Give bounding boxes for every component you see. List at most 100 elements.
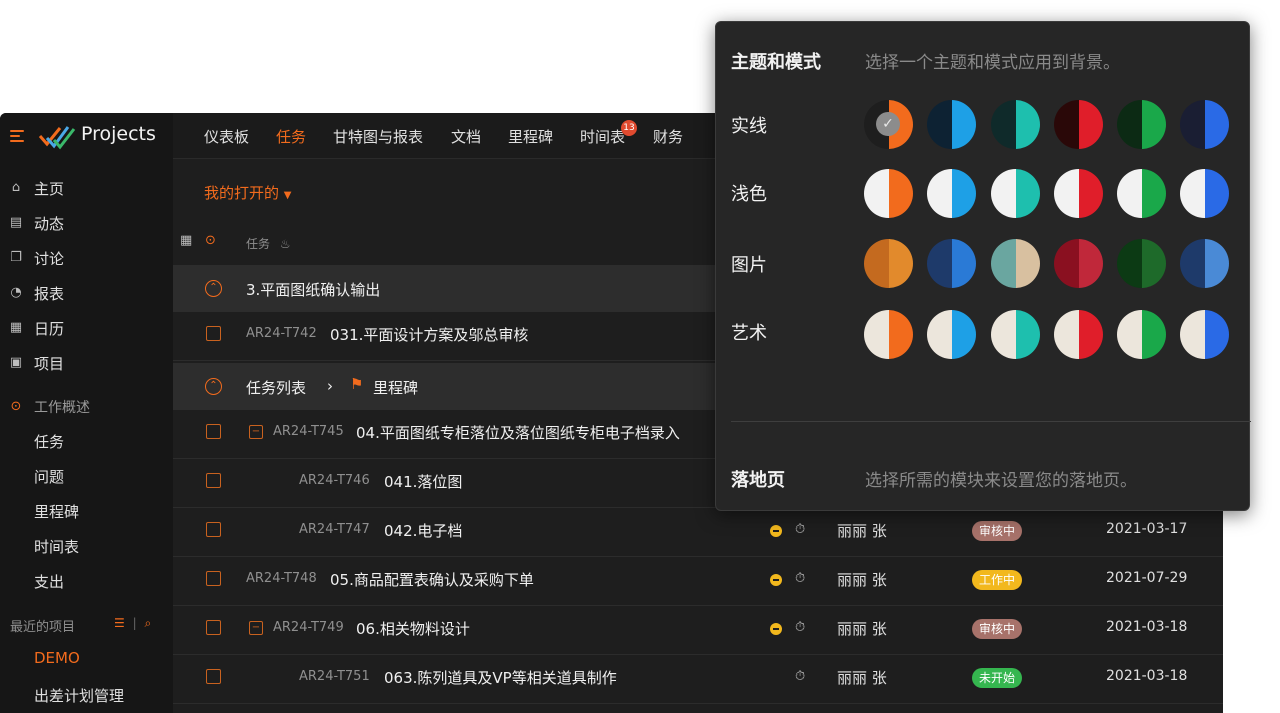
collapse-all-icon[interactable]: ⊙ (205, 233, 216, 248)
task-owner[interactable]: 丽丽 张 (837, 569, 887, 590)
theme-swatch-light-1[interactable] (864, 169, 913, 218)
recent-project-label: DEMO (34, 649, 80, 667)
sidebar-item-tasks[interactable]: 任务 (0, 426, 173, 456)
task-title[interactable]: 031.平面设计方案及邬总审核 (330, 324, 528, 345)
group-collapse-icon[interactable]: ⌃ (205, 378, 222, 395)
filter-icon[interactable]: ☰ (114, 616, 125, 630)
sidebar-item-label: 讨论 (34, 249, 65, 268)
row-checkbox[interactable] (206, 326, 221, 341)
timer-icon[interactable]: ⏱ (795, 620, 805, 635)
task-owner[interactable]: 丽丽 张 (837, 520, 887, 541)
theme-swatch-art-5[interactable] (1117, 310, 1166, 359)
row-checkbox[interactable] (206, 571, 221, 586)
sidebar-item-label: 项目 (34, 354, 65, 373)
table-row[interactable]: − AR24-T749 06.相关物料设计 ⏱ 丽丽 张 审核中 2021-03… (173, 606, 1223, 655)
theme-swatch-solid-2[interactable] (927, 100, 976, 149)
task-owner[interactable]: 丽丽 张 (837, 618, 887, 639)
sidebar-item-calendar[interactable]: ▦ 日历 (0, 313, 173, 343)
theme-swatch-image-6[interactable] (1180, 239, 1229, 288)
row-checkbox[interactable] (206, 424, 221, 439)
theme-swatch-image-1[interactable] (864, 239, 913, 288)
theme-swatch-image-2[interactable] (927, 239, 976, 288)
task-title[interactable]: 063.陈列道具及VP等相关道具制作 (384, 667, 617, 688)
theme-swatch-image-5[interactable] (1117, 239, 1166, 288)
landing-page-description: 选择所需的模块来设置您的落地页。 (865, 471, 1137, 491)
theme-swatch-art-2[interactable] (927, 310, 976, 359)
task-title[interactable]: 042.电子档 (384, 520, 462, 541)
timer-icon[interactable]: ⏱ (795, 522, 805, 537)
tab-tasks[interactable]: 任务 (276, 126, 306, 147)
table-row[interactable]: AR24-T748 05.商品配置表确认及采购下单 ⏱ 丽丽 张 工作中 202… (173, 557, 1223, 606)
theme-swatch-image-3[interactable] (991, 239, 1040, 288)
group-collapse-icon[interactable]: ⌃ (205, 280, 222, 297)
theme-swatch-solid-3[interactable] (991, 100, 1040, 149)
row-checkbox[interactable] (206, 473, 221, 488)
bell-icon[interactable]: ♨ (280, 237, 291, 251)
sidebar-item-reports[interactable]: ◔ 报表 (0, 278, 173, 308)
tab-gantt[interactable]: 甘特图与报表 (333, 126, 423, 147)
timer-icon[interactable]: ⏱ (795, 571, 805, 586)
status-badge[interactable]: 未开始 (972, 668, 1023, 688)
subtask-expand-icon[interactable]: − (249, 425, 263, 439)
recent-project-demo[interactable]: DEMO (0, 643, 173, 673)
caret-down-icon: ▼ (283, 190, 292, 201)
sidebar-item-projects[interactable]: ▣ 项目 (0, 348, 173, 378)
brand-name: Projects (81, 123, 156, 145)
task-id: AR24-T746 (299, 473, 370, 488)
landing-page-title: 落地页 (731, 470, 785, 491)
recent-project-travel[interactable]: 出差计划管理 (0, 680, 173, 710)
tab-timesheet[interactable]: 时间表 (580, 126, 625, 147)
theme-swatch-light-2[interactable] (927, 169, 976, 218)
table-settings-icon[interactable]: ▦ (180, 233, 192, 248)
sidebar-item-expenses[interactable]: 支出 (0, 566, 173, 596)
theme-swatch-art-6[interactable] (1180, 310, 1229, 359)
theme-swatch-art-3[interactable] (991, 310, 1040, 359)
row-checkbox[interactable] (206, 669, 221, 684)
priority-medium-icon (770, 525, 782, 537)
task-id: AR24-T749 (273, 620, 344, 635)
sidebar-item-timesheet[interactable]: 时间表 (0, 531, 173, 561)
timer-icon[interactable]: ⏱ (795, 669, 805, 684)
status-badge[interactable]: 审核中 (972, 619, 1023, 639)
tab-dashboard[interactable]: 仪表板 (204, 126, 249, 147)
theme-swatch-solid-1[interactable]: ✓ (864, 100, 913, 149)
theme-swatch-art-1[interactable] (864, 310, 913, 359)
subtask-expand-icon[interactable]: − (249, 621, 263, 635)
due-date: 2021-03-18 (1106, 619, 1188, 635)
task-title[interactable]: 06.相关物料设计 (356, 618, 470, 639)
theme-swatch-art-4[interactable] (1054, 310, 1103, 359)
row-checkbox[interactable] (206, 620, 221, 635)
task-title[interactable]: 05.商品配置表确认及采购下单 (330, 569, 534, 590)
status-badge[interactable]: 审核中 (972, 521, 1023, 541)
theme-swatch-image-4[interactable] (1054, 239, 1103, 288)
row-checkbox[interactable] (206, 522, 221, 537)
table-row[interactable]: AR24-T747 042.电子档 ⏱ 丽丽 张 审核中 2021-03-17 (173, 508, 1223, 557)
task-title[interactable]: 041.落位图 (384, 471, 462, 492)
theme-swatch-light-3[interactable] (991, 169, 1040, 218)
sidebar-item-label: 动态 (34, 214, 65, 233)
task-owner[interactable]: 丽丽 张 (837, 667, 887, 688)
tab-finance[interactable]: 财务 (653, 126, 683, 147)
filter-dropdown[interactable]: 我的打开的 ▼ (204, 182, 292, 203)
sidebar-item-feed[interactable]: ▤ 动态 (0, 208, 173, 238)
priority-medium-icon (770, 623, 782, 635)
theme-swatch-light-6[interactable] (1180, 169, 1229, 218)
status-badge[interactable]: 工作中 (972, 570, 1023, 590)
search-icon[interactable]: ⌕ (144, 616, 151, 630)
table-row[interactable]: AR24-T751 063.陈列道具及VP等相关道具制作 ⏱ 丽丽 张 未开始 … (173, 655, 1223, 704)
sidebar-item-discussion[interactable]: ❐ 讨论 (0, 243, 173, 273)
home-icon: ⌂ (11, 180, 21, 195)
tab-milestones[interactable]: 里程碑 (508, 126, 553, 147)
theme-swatch-solid-6[interactable] (1180, 100, 1229, 149)
sidebar-item-home[interactable]: ⌂ 主页 (0, 173, 173, 203)
sidebar-item-milestones[interactable]: 里程碑 (0, 496, 173, 526)
hamburger-menu-icon[interactable] (10, 130, 24, 142)
theme-swatch-solid-5[interactable] (1117, 100, 1166, 149)
sidebar-item-issues[interactable]: 问题 (0, 461, 173, 491)
tab-documents[interactable]: 文档 (451, 126, 481, 147)
theme-swatch-solid-4[interactable] (1054, 100, 1103, 149)
task-title[interactable]: 04.平面图纸专柜落位及落位图纸专柜电子档录入 (356, 422, 680, 443)
theme-swatch-light-5[interactable] (1117, 169, 1166, 218)
theme-swatch-light-4[interactable] (1054, 169, 1103, 218)
sidebar-section-overview[interactable]: ⊙ 工作概述 (0, 392, 173, 422)
